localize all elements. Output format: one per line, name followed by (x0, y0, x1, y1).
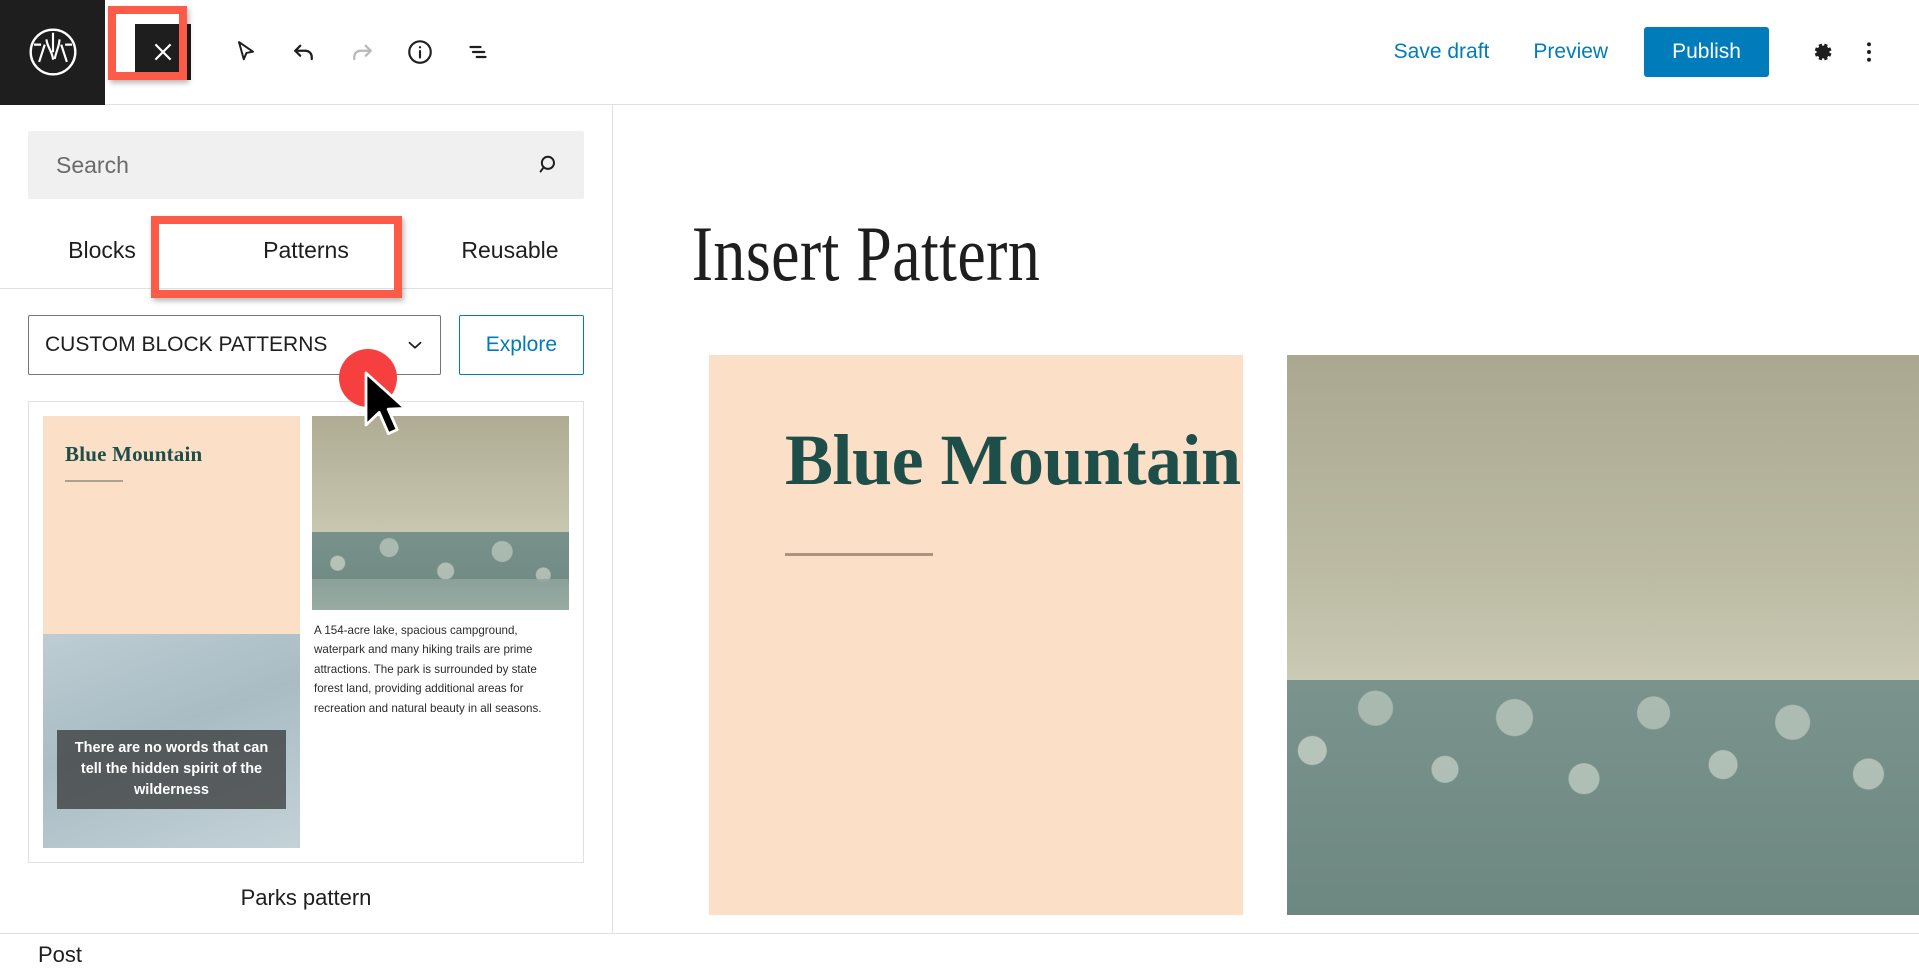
post-title[interactable]: Insert Pattern (613, 105, 1684, 293)
explore-button[interactable]: Explore (458, 315, 584, 375)
preview-button[interactable]: Preview (1511, 30, 1630, 74)
pattern-filter-row: CUSTOM BLOCK PATTERNS Explore (0, 289, 612, 375)
undo-arrow-icon[interactable] (275, 23, 333, 81)
preview-water (312, 578, 569, 610)
block-inserter-sidebar: Blocks Patterns Reusable CUSTOM BLOCK PA… (0, 105, 613, 933)
editor-canvas[interactable]: Insert Pattern Blue Mountain (613, 105, 1919, 933)
tab-patterns[interactable]: Patterns (204, 213, 408, 288)
pattern-category-select[interactable]: CUSTOM BLOCK PATTERNS (28, 315, 441, 375)
preview-divider (65, 480, 123, 482)
tab-blocks[interactable]: Blocks (0, 213, 204, 288)
pattern-list: Blue Mountain There are no words that ca… (0, 375, 612, 921)
breadcrumb[interactable]: Post (0, 942, 82, 968)
search-magnifier-icon (536, 152, 562, 178)
save-draft-button[interactable]: Save draft (1372, 30, 1512, 74)
cover-divider (785, 552, 933, 556)
wordpress-logo-icon[interactable] (0, 0, 105, 105)
cover-treeline (1287, 679, 1919, 915)
pattern-card-parks[interactable]: Blue Mountain There are no words that ca… (28, 401, 584, 863)
preview-body-text: A 154-acre lake, spacious campground, wa… (314, 624, 542, 715)
redo-arrow-icon[interactable] (333, 23, 391, 81)
three-dots-vertical-icon[interactable] (1845, 28, 1893, 76)
pattern-block-row: Blue Mountain (613, 355, 1919, 915)
close-button-wrapper (127, 17, 199, 87)
tab-reusable[interactable]: Reusable (408, 213, 612, 288)
preview-left-column: Blue Mountain There are no words that ca… (43, 416, 300, 848)
info-circle-icon[interactable] (391, 23, 449, 81)
cover-heading-text: Blue Mountain (785, 420, 1241, 500)
search-section (0, 105, 612, 199)
inserter-tabs: Blocks Patterns Reusable (0, 213, 612, 289)
search-input[interactable] (28, 131, 584, 199)
cover-forest-image[interactable] (1287, 355, 1919, 915)
pattern-category-value: CUSTOM BLOCK PATTERNS (45, 333, 328, 356)
breadcrumb-bar: Post (0, 933, 1919, 976)
search-box[interactable] (28, 131, 584, 199)
pattern-preview: Blue Mountain There are no words that ca… (43, 416, 569, 848)
gear-icon[interactable] (1797, 28, 1845, 76)
editor-toolbar: Save draft Preview Publish (0, 0, 1919, 105)
publish-button[interactable]: Publish (1644, 27, 1769, 77)
cover-heading-block[interactable]: Blue Mountain (709, 355, 1243, 915)
editor-window: Save draft Preview Publish Search Blocks… (0, 0, 1919, 976)
toolbar-right-group: Save draft Preview Publish (1372, 0, 1919, 105)
preview-right-column: A 154-acre lake, spacious campground, wa… (312, 416, 569, 848)
preview-heading-text: Blue Mountain (65, 442, 203, 466)
preview-leaves-image: There are no words that can tell the hid… (43, 634, 300, 848)
preview-forest-image (312, 416, 569, 610)
close-button[interactable] (135, 24, 191, 80)
select-cursor-icon[interactable] (217, 23, 275, 81)
pattern-card-label: Parks pattern (240, 885, 372, 910)
close-x-icon (154, 43, 172, 61)
preview-heading-block: Blue Mountain (43, 416, 300, 634)
toolbar-left-group (105, 0, 507, 105)
chevron-down-icon (404, 334, 426, 356)
preview-quote-overlay: There are no words that can tell the hid… (57, 730, 286, 810)
list-view-icon[interactable] (449, 23, 507, 81)
